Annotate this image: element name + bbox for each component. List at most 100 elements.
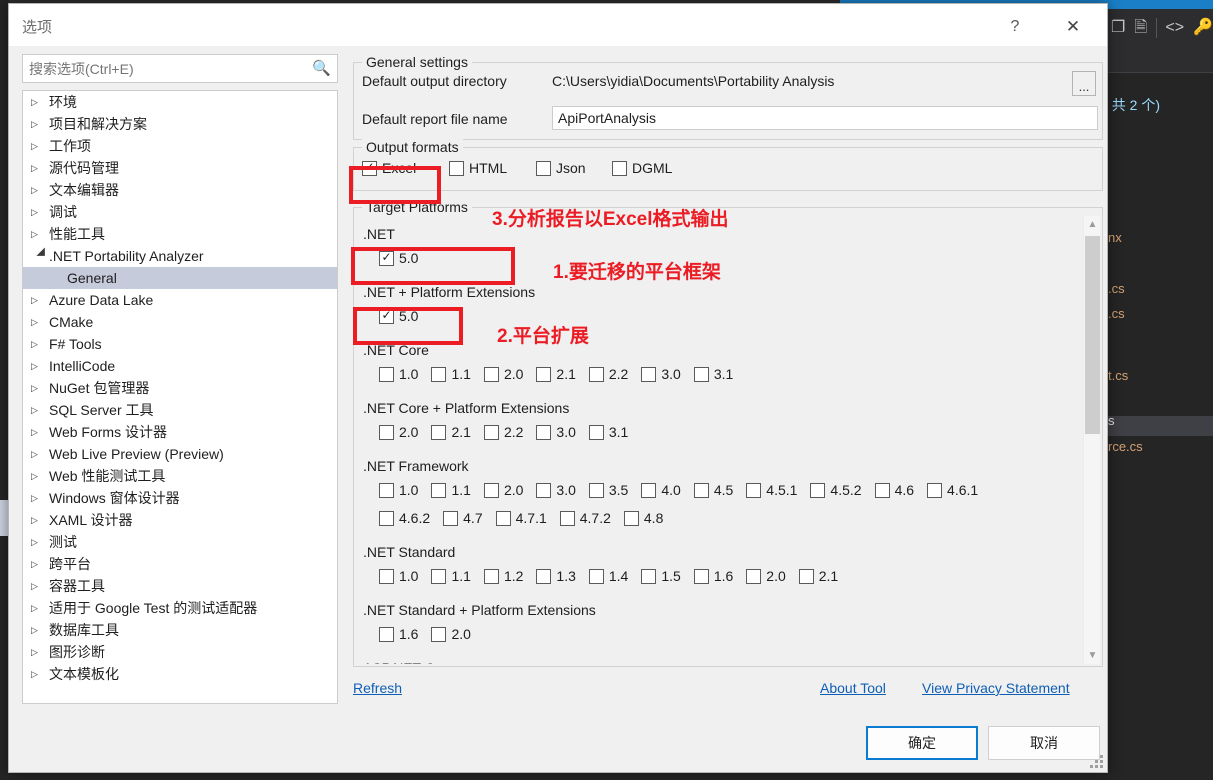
browse-directory-button[interactable]: ... (1072, 71, 1096, 96)
sidebar-item-9[interactable]: ▷ Azure Data Lake (23, 289, 337, 311)
platform-checkbox--net-core-1.0[interactable]: 1.0 (379, 366, 418, 382)
platform-checkbox--net-standard-1.2[interactable]: 1.2 (483, 568, 523, 584)
help-icon[interactable]: ? (995, 14, 1035, 40)
checkbox[interactable] (483, 482, 499, 498)
checkbox[interactable] (536, 424, 552, 440)
chevron-down-icon[interactable]: ▼ (1084, 647, 1101, 664)
checkbox[interactable] (641, 366, 657, 382)
checkbox[interactable] (379, 510, 394, 526)
chevron-right-icon[interactable]: ▷ (31, 317, 49, 328)
platform-checkbox--net-framework-4.8[interactable]: 4.8 (623, 510, 663, 526)
platform-checkbox--net-framework-4.5.2[interactable]: 4.5.2 (810, 482, 862, 498)
checkbox[interactable] (483, 366, 499, 382)
code-brackets-icon[interactable]: <> (1165, 20, 1184, 36)
chevron-right-icon[interactable]: ▷ (31, 295, 49, 306)
search-icon[interactable]: 🔍 (312, 59, 331, 77)
sidebar-item-0[interactable]: ▷ 环境 (23, 91, 337, 113)
sidebar-item-21[interactable]: ▷ 跨平台 (23, 553, 337, 575)
window-restore-icon[interactable]: ❐ (1111, 20, 1125, 36)
platform-checkbox--net-framework-4.6.1[interactable]: 4.6.1 (927, 482, 978, 498)
platform-checkbox--net-platform-extensions-5.0[interactable]: ✓ 5.0 (379, 308, 418, 324)
sidebar-item-13[interactable]: ▷ NuGet 包管理器 (23, 377, 337, 399)
chevron-right-icon[interactable]: ▷ (31, 141, 49, 152)
platform-checkbox--net-framework-3.0[interactable]: 3.0 (536, 482, 576, 498)
ok-button[interactable]: 确定 (866, 726, 978, 760)
sidebar-item-23[interactable]: ▷ 适用于 Google Test 的测试适配器 (23, 597, 337, 619)
checkbox-html[interactable] (449, 160, 464, 176)
checkbox[interactable] (379, 424, 394, 440)
sidebar-item-5[interactable]: ▷ 调试 (23, 201, 337, 223)
checkbox[interactable] (588, 482, 604, 498)
sidebar-item-22[interactable]: ▷ 容器工具 (23, 575, 337, 597)
output-format-html[interactable]: HTML (449, 160, 507, 176)
platform-checkbox--net-core-platform-extensions-3.1[interactable]: 3.1 (588, 424, 628, 440)
platform-checkbox--net-core-platform-extensions-2.1[interactable]: 2.1 (431, 424, 471, 440)
checkbox[interactable] (588, 424, 604, 440)
sidebar-item-12[interactable]: ▷ IntelliCode (23, 355, 337, 377)
sidebar-item-1[interactable]: ▷ 项目和解决方案 (23, 113, 337, 135)
explorer-file-item[interactable]: .cs (1108, 281, 1125, 296)
checkbox[interactable] (693, 366, 709, 382)
sidebar-item-4[interactable]: ▷ 文本编辑器 (23, 179, 337, 201)
platform-checkbox--net-standard-1.3[interactable]: 1.3 (536, 568, 576, 584)
checkbox[interactable] (746, 568, 762, 584)
output-format-dgml[interactable]: DGML (612, 160, 672, 176)
explorer-selected-row[interactable] (1105, 416, 1213, 436)
sidebar-item-8[interactable]: General (23, 267, 337, 289)
key-icon[interactable]: 🔑 (1193, 20, 1213, 36)
explorer-file-item[interactable]: .cs (1108, 306, 1125, 321)
checkbox[interactable] (588, 568, 604, 584)
platform-checkbox--net-core-3.1[interactable]: 3.1 (693, 366, 733, 382)
checkbox[interactable] (536, 366, 552, 382)
chevron-right-icon[interactable]: ▷ (31, 669, 49, 680)
chevron-down-icon[interactable]: ◢ (34, 247, 47, 265)
sidebar-item-18[interactable]: ▷ Windows 窗体设计器 (23, 487, 337, 509)
chevron-right-icon[interactable]: ▷ (31, 185, 49, 196)
checkbox[interactable] (379, 568, 394, 584)
platform-checkbox--net-framework-4.7[interactable]: 4.7 (443, 510, 483, 526)
checkbox[interactable] (379, 482, 394, 498)
checkbox[interactable] (623, 510, 639, 526)
platform-checkbox--net-framework-4.6.2[interactable]: 4.6.2 (379, 510, 430, 526)
chevron-right-icon[interactable]: ▷ (31, 625, 49, 636)
chevron-right-icon[interactable]: ▷ (31, 559, 49, 570)
chevron-right-icon[interactable]: ▷ (31, 229, 49, 240)
target-platforms-scrollbar[interactable]: ▲ ▼ (1083, 216, 1100, 664)
platform-checkbox--net-standard-1.6[interactable]: 1.6 (693, 568, 733, 584)
platform-checkbox--net-framework-2.0[interactable]: 2.0 (483, 482, 523, 498)
chevron-right-icon[interactable]: ▷ (31, 361, 49, 372)
chevron-right-icon[interactable]: ▷ (31, 471, 49, 482)
close-icon[interactable]: ✕ (1053, 14, 1093, 40)
platform-checkbox--net-core-platform-extensions-3.0[interactable]: 3.0 (536, 424, 576, 440)
sidebar-item-26[interactable]: ▷ 文本模板化 (23, 663, 337, 685)
sidebar-item-15[interactable]: ▷ Web Forms 设计器 (23, 421, 337, 443)
checkbox[interactable] (431, 482, 447, 498)
platform-checkbox--net-standard-platform-extensions-2.0[interactable]: 2.0 (431, 626, 471, 642)
checkbox[interactable] (379, 366, 394, 382)
output-format-excel[interactable]: ✓ Excel (362, 160, 416, 176)
chevron-right-icon[interactable]: ▷ (31, 581, 49, 592)
checkbox[interactable] (693, 482, 709, 498)
sidebar-item-20[interactable]: ▷ 测试 (23, 531, 337, 553)
platform-checkbox--net-standard-2.1[interactable]: 2.1 (798, 568, 838, 584)
checkbox[interactable] (874, 482, 890, 498)
checkbox[interactable] (431, 424, 447, 440)
chevron-right-icon[interactable]: ▷ (31, 449, 49, 460)
platform-checkbox--net-standard-1.5[interactable]: 1.5 (641, 568, 681, 584)
sidebar-item-24[interactable]: ▷ 数据库工具 (23, 619, 337, 641)
explorer-file-item[interactable]: rce.cs (1108, 439, 1143, 454)
checkbox[interactable] (810, 482, 826, 498)
platform-checkbox--net-standard-1.4[interactable]: 1.4 (588, 568, 628, 584)
refresh-link[interactable]: Refresh (353, 680, 402, 696)
privacy-statement-link[interactable]: View Privacy Statement (922, 680, 1070, 696)
platform-checkbox--net-5.0[interactable]: ✓ 5.0 (379, 250, 418, 266)
cancel-button[interactable]: 取消 (988, 726, 1100, 760)
resize-grip[interactable] (1090, 755, 1104, 769)
sidebar-item-17[interactable]: ▷ Web 性能测试工具 (23, 465, 337, 487)
chevron-up-icon[interactable]: ▲ (1084, 216, 1101, 233)
platform-checkbox--net-framework-4.7.2[interactable]: 4.7.2 (559, 510, 611, 526)
sidebar-item-11[interactable]: ▷ F# Tools (23, 333, 337, 355)
checkbox[interactable] (559, 510, 575, 526)
explorer-file-item[interactable]: s (1108, 413, 1115, 428)
sidebar-item-3[interactable]: ▷ 源代码管理 (23, 157, 337, 179)
